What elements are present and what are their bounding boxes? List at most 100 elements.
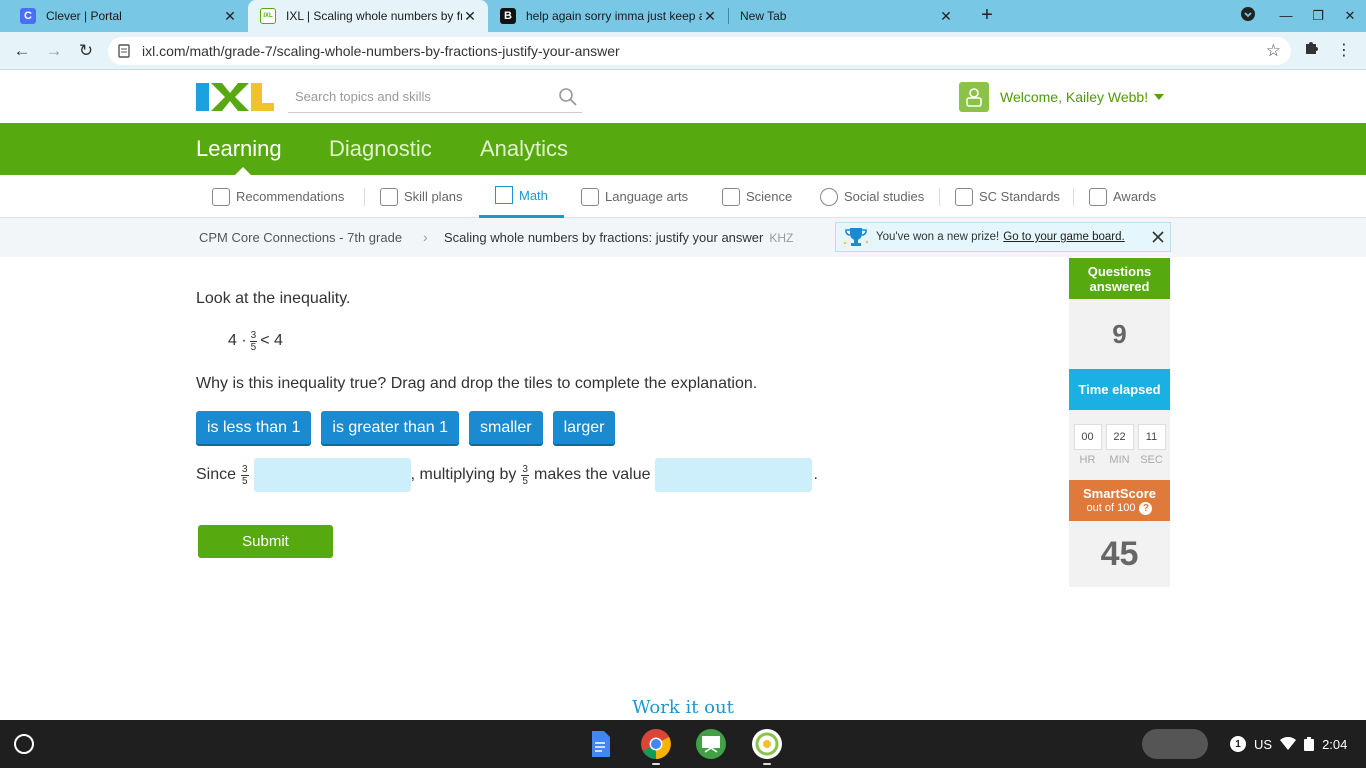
running-indicator [763,763,771,765]
time-elapsed: 00 HR 22 MIN 11 SEC [1069,410,1170,480]
subnav-sc-standards[interactable]: SC Standards [955,175,1060,218]
work-it-out-link[interactable]: Work it out [0,697,1366,718]
search-bar[interactable]: Search topics and skills [288,83,582,113]
game-board-link[interactable]: Go to your game board. [1003,231,1124,243]
notification-count: 1 [1230,736,1246,752]
restore-icon[interactable]: ❐ [1308,6,1328,26]
globe-icon [820,187,838,206]
close-window-icon[interactable]: ✕ [1340,6,1360,26]
close-tab-icon[interactable]: ✕ [462,8,478,25]
drop-target-2[interactable] [654,458,812,492]
welcome-text: Welcome, Kailey Webb! [1000,89,1149,105]
smartscore-value: 45 [1069,521,1170,587]
address-bar[interactable]: ixl.com/math/grade-7/scaling-whole-numbe… [108,37,1291,65]
drop-target-1[interactable] [253,458,411,492]
tab-title: help again sorry imma just keep a [526,9,702,23]
avatar [959,82,989,112]
ixl-logo-icon[interactable] [196,82,274,112]
flask-icon [722,187,740,206]
nav-learning[interactable]: Learning [196,136,282,162]
nav-diagnostic[interactable]: Diagnostic [329,136,432,162]
url-text: ixl.com/math/grade-7/scaling-whole-numbe… [142,43,620,59]
subnav-awards[interactable]: Awards [1089,175,1156,218]
tile-less-than-1[interactable]: is less than 1 [196,411,312,444]
book-icon [581,187,599,206]
bookmark-star-icon[interactable]: ☆ [1266,41,1281,61]
fraction: 35 [241,463,249,487]
question-instructions: Why is this inequality true? Drag and dr… [196,375,758,392]
launcher-icon[interactable] [14,734,34,754]
minimize-icon[interactable]: — [1276,6,1296,26]
tab-clever[interactable]: C Clever | Portal ✕ [8,0,248,32]
subnav-math[interactable]: Math [479,175,564,218]
system-shelf: 1 US 2:04 [0,720,1366,768]
user-lock-icon [966,88,982,107]
subnav-science[interactable]: Science [722,175,792,218]
tile-larger[interactable]: larger [552,411,616,444]
browser-menu-icon[interactable]: ⋮ [1333,40,1355,62]
subject-nav: Recommendations Skill plans Math Languag… [0,175,1366,218]
site-info-icon[interactable] [118,44,130,58]
google-docs-icon[interactable] [584,728,616,760]
divider [939,188,940,206]
time-hours: 00 [1073,424,1102,450]
holding-space-tray[interactable] [1142,729,1208,759]
chevron-right-icon: › [423,229,428,245]
tab-search-icon[interactable] [1238,6,1258,26]
active-nav-pointer [235,167,251,175]
ixl-favicon-icon: IXL [260,8,276,24]
wifi-icon [1280,737,1297,750]
tab-new[interactable]: New Tab ✕ [728,0,964,32]
reload-icon[interactable]: ↻ [75,40,97,62]
time-seconds: 11 [1137,424,1166,450]
tile-greater-than-1[interactable]: is greater than 1 [321,411,460,444]
new-tab-plus-icon[interactable]: + [976,4,998,28]
search-input[interactable]: Search topics and skills [295,89,431,104]
tab-ixl[interactable]: IXL IXL | Scaling whole numbers by fra ✕ [248,0,488,32]
chrome-icon[interactable] [640,728,672,760]
help-icon[interactable]: ? [1139,501,1153,515]
awards-icon [1089,187,1107,206]
breadcrumb-course[interactable]: CPM Core Connections - 7th grade [199,230,402,245]
subnav-language-arts[interactable]: Language arts [581,175,688,218]
time-minutes: 22 [1105,424,1134,450]
main-nav: Learning Diagnostic Analytics [0,123,1366,175]
tab-title: New Tab [740,9,787,23]
browser-tab-strip: C Clever | Portal ✕ IXL IXL | Scaling wh… [0,0,1366,32]
running-indicator [652,763,660,765]
nav-analytics[interactable]: Analytics [480,136,568,162]
classroom-screen-icon[interactable] [695,728,727,760]
standards-icon [955,187,973,206]
close-tab-icon[interactable]: ✕ [222,8,238,25]
questions-answered-value: 9 [1069,299,1170,369]
clever-favicon-icon: C [20,8,36,24]
subnav-skill-plans[interactable]: Skill plans [380,175,463,218]
screencast-app-icon[interactable] [751,728,783,760]
answer-tiles: is less than 1 is greater than 1 smaller… [196,411,616,444]
smartscore-header: SmartScore out of 100? [1069,480,1170,521]
breadcrumb-skill: Scaling whole numbers by fractions: just… [444,230,794,245]
submit-button[interactable]: Submit [198,525,333,558]
subnav-recommendations[interactable]: Recommendations [212,175,344,218]
close-tab-icon[interactable]: ✕ [938,8,954,25]
divider [1073,188,1074,206]
forward-arrow-icon[interactable]: → [43,40,65,62]
close-tab-icon[interactable]: ✕ [702,8,718,25]
brainly-favicon-icon: B [500,8,516,24]
tab-title: Clever | Portal [46,9,122,23]
account-menu[interactable]: Welcome, Kailey Webb! [959,82,1165,112]
time-elapsed-label: Time elapsed [1069,369,1170,410]
math-pyramid-icon [495,186,513,204]
trophy-icon [843,228,869,246]
search-icon[interactable] [558,87,578,107]
status-area[interactable]: 1 US 2:04 [1222,729,1360,759]
keyboard-locale: US [1254,736,1273,752]
tile-smaller[interactable]: smaller [469,411,543,444]
tab-help[interactable]: B help again sorry imma just keep a ✕ [488,0,728,32]
subnav-social-studies[interactable]: Social studies [820,175,924,218]
extensions-puzzle-icon[interactable] [1300,40,1322,62]
prize-text: You've won a new prize! [876,231,1000,243]
back-arrow-icon[interactable]: ← [11,40,33,62]
tab-title: IXL | Scaling whole numbers by fra [286,9,462,23]
close-icon[interactable] [1151,230,1165,244]
